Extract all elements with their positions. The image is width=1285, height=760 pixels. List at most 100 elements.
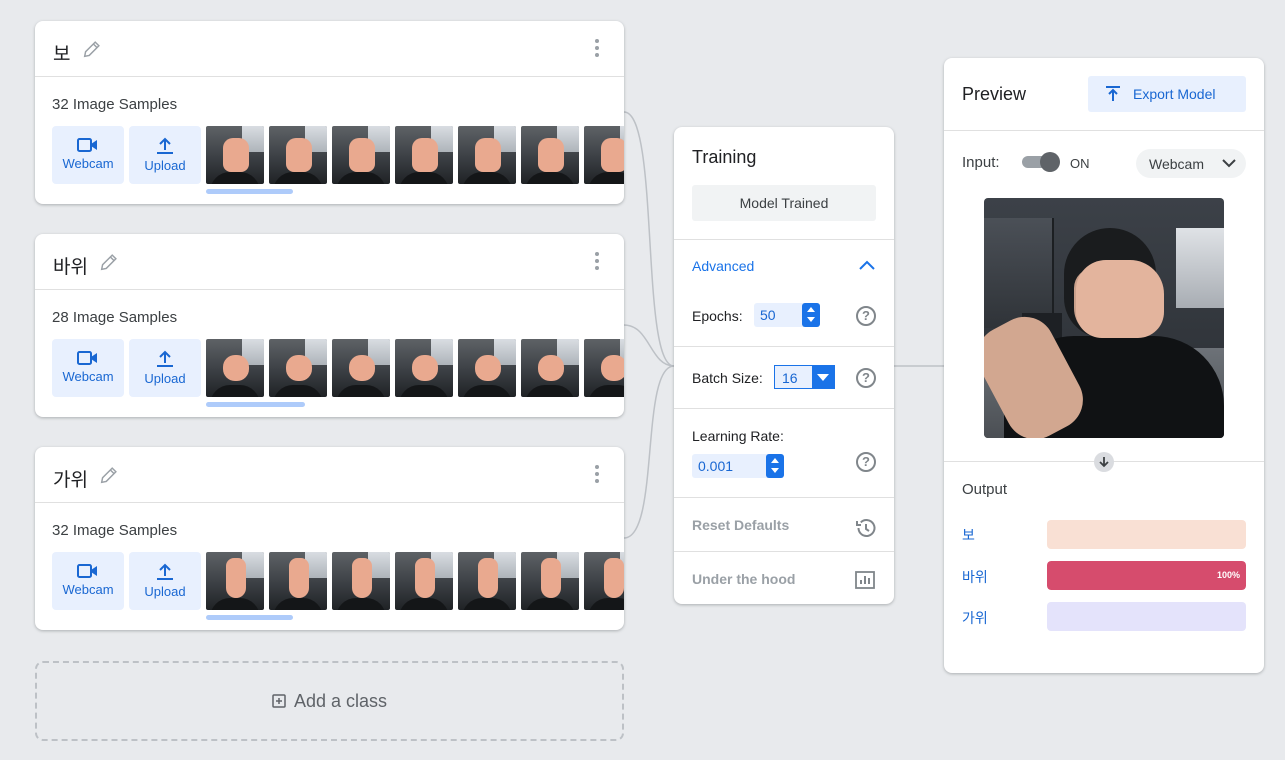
train-model-button[interactable]: Model Trained	[692, 185, 876, 221]
preview-panel: Preview Export Model Input: ON Webcam Ou…	[944, 58, 1264, 673]
add-class-label: Add a class	[293, 690, 388, 711]
upload-button[interactable]: Upload	[129, 552, 201, 610]
sample-thumbnail[interactable]	[521, 126, 579, 184]
sample-thumbnail[interactable]	[332, 126, 390, 184]
class-card-header: 보	[35, 21, 624, 77]
upload-button[interactable]: Upload	[129, 126, 201, 184]
export-icon	[1106, 86, 1120, 101]
output-label: 보	[962, 527, 975, 543]
thumbnail-scrollbar[interactable]	[206, 615, 293, 620]
class-card-3: 가위 32 Image Samples Webcam Upload	[35, 447, 624, 630]
help-icon[interactable]: ?	[856, 306, 876, 326]
batch-size-label: Batch Size:	[692, 370, 763, 386]
sample-thumbnail[interactable]	[584, 339, 624, 397]
training-panel: Training Model Trained Advanced Epochs: …	[674, 127, 894, 604]
divider	[674, 408, 894, 409]
divider	[674, 346, 894, 347]
class-card-1: 보 32 Image Samples Webcam Upload	[35, 21, 624, 204]
input-label: Input:	[962, 154, 1000, 171]
more-options-icon[interactable]	[592, 465, 602, 487]
sample-thumbnail[interactable]	[332, 339, 390, 397]
sample-thumbnail[interactable]	[206, 126, 264, 184]
learning-rate-label: Learning Rate:	[692, 428, 784, 444]
upload-icon	[157, 350, 173, 367]
upload-icon	[157, 563, 173, 580]
sample-thumbnail[interactable]	[584, 126, 624, 184]
epochs-stepper[interactable]	[802, 303, 820, 327]
input-source-select[interactable]: Webcam	[1136, 149, 1246, 178]
arrow-down-icon	[1094, 452, 1114, 472]
learning-rate-stepper[interactable]	[766, 454, 784, 478]
chevron-up-icon[interactable]	[858, 259, 876, 271]
sample-thumbnails	[206, 552, 624, 610]
epochs-label: Epochs:	[692, 308, 743, 324]
input-toggle[interactable]	[1022, 152, 1060, 172]
epochs-input[interactable]: 50	[754, 303, 820, 327]
bar-chart-icon[interactable]	[854, 570, 876, 590]
webcam-button[interactable]: Webcam	[52, 126, 124, 184]
add-box-icon	[272, 694, 286, 708]
class-name[interactable]: 바위	[53, 252, 88, 279]
sample-thumbnail[interactable]	[269, 552, 327, 610]
thumbnail-scrollbar[interactable]	[206, 189, 293, 194]
pencil-icon[interactable]	[98, 251, 120, 273]
export-model-button[interactable]: Export Model	[1088, 76, 1246, 112]
divider	[674, 551, 894, 552]
class-card-2: 바위 28 Image Samples Webcam Upload	[35, 234, 624, 417]
output-label: 바위	[962, 569, 988, 585]
confidence-bar	[1047, 602, 1246, 631]
divider	[674, 239, 894, 240]
sample-thumbnail[interactable]	[206, 552, 264, 610]
output-title: Output	[962, 481, 1008, 498]
sample-thumbnails	[206, 126, 624, 184]
sample-thumbnail[interactable]	[332, 552, 390, 610]
help-icon[interactable]: ?	[856, 452, 876, 472]
class-card-header: 바위	[35, 234, 624, 290]
sample-thumbnail[interactable]	[206, 339, 264, 397]
upload-button[interactable]: Upload	[129, 339, 201, 397]
video-camera-icon	[77, 351, 97, 365]
training-title: Training	[692, 147, 757, 167]
sample-thumbnail[interactable]	[395, 126, 453, 184]
class-name[interactable]: 보	[53, 39, 70, 66]
output-label: 가위	[962, 610, 988, 626]
add-class-button[interactable]: Add a class	[35, 661, 624, 741]
webcam-button[interactable]: Webcam	[52, 552, 124, 610]
more-options-icon[interactable]	[592, 252, 602, 274]
sample-thumbnail[interactable]	[584, 552, 624, 610]
chevron-down-icon	[1222, 159, 1236, 168]
sample-thumbnail[interactable]	[458, 339, 516, 397]
divider	[674, 497, 894, 498]
webcam-feed	[984, 198, 1224, 438]
sample-thumbnail[interactable]	[521, 339, 579, 397]
sample-count: 32 Image Samples	[52, 522, 178, 539]
class-card-header: 가위	[35, 447, 624, 503]
sample-count: 28 Image Samples	[52, 309, 178, 326]
sample-thumbnails	[206, 339, 624, 397]
sample-thumbnail[interactable]	[395, 552, 453, 610]
help-icon[interactable]: ?	[856, 368, 876, 388]
more-options-icon[interactable]	[592, 39, 602, 61]
pencil-icon[interactable]	[98, 464, 120, 486]
dropdown-arrow-icon[interactable]	[812, 366, 834, 388]
thumbnail-scrollbar[interactable]	[206, 402, 305, 407]
class-name[interactable]: 가위	[53, 465, 88, 492]
under-the-hood-button[interactable]: Under the hood	[692, 571, 795, 587]
pencil-icon[interactable]	[81, 38, 103, 60]
sample-thumbnail[interactable]	[269, 339, 327, 397]
sample-thumbnail[interactable]	[269, 126, 327, 184]
sample-thumbnail[interactable]	[458, 126, 516, 184]
divider	[944, 130, 1264, 131]
video-camera-icon	[77, 564, 97, 578]
sample-thumbnail[interactable]	[395, 339, 453, 397]
sample-count: 32 Image Samples	[52, 96, 178, 113]
webcam-button[interactable]: Webcam	[52, 339, 124, 397]
preview-title: Preview	[962, 84, 1027, 104]
history-icon[interactable]	[854, 516, 878, 540]
batch-size-select[interactable]: 16	[774, 365, 835, 389]
advanced-toggle[interactable]: Advanced	[692, 258, 754, 274]
learning-rate-input[interactable]: 0.001	[692, 454, 784, 478]
sample-thumbnail[interactable]	[521, 552, 579, 610]
reset-defaults-button[interactable]: Reset Defaults	[692, 517, 789, 533]
sample-thumbnail[interactable]	[458, 552, 516, 610]
